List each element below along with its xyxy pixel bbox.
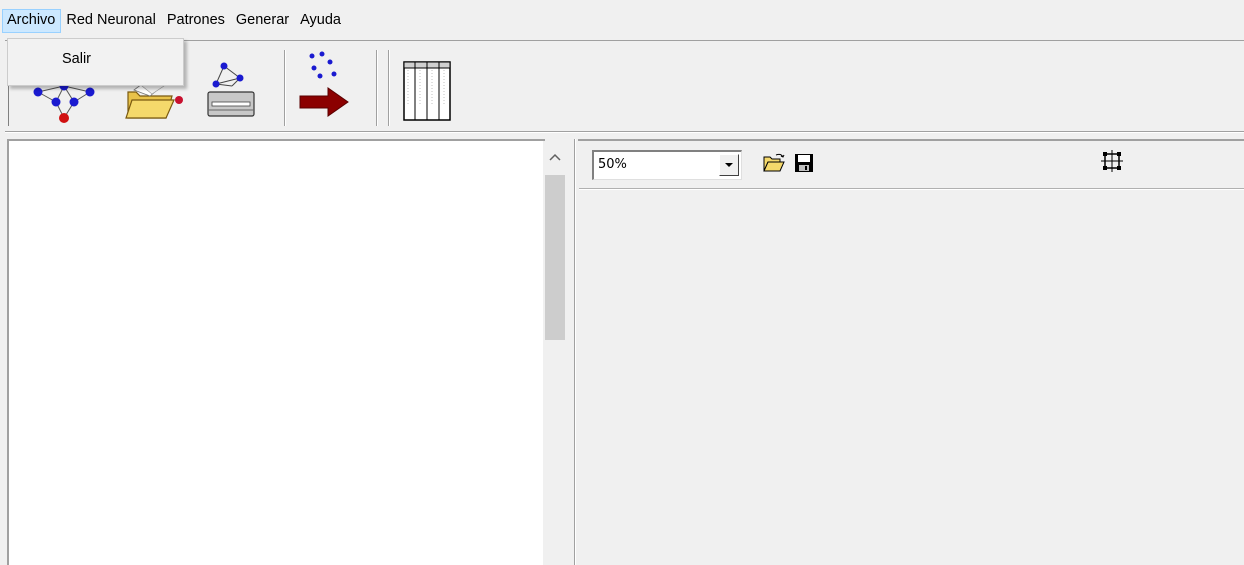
save-button[interactable] [790, 149, 818, 177]
save-icon [795, 154, 813, 172]
fit-view-icon [1101, 150, 1123, 172]
toolbar-separator-2 [376, 50, 378, 126]
open-file-icon [763, 153, 785, 172]
chevron-up-icon [549, 153, 561, 161]
menu-item-salir[interactable]: Salir [62, 51, 91, 67]
toolbar-bottom-border [5, 131, 1244, 133]
archivo-dropdown-menu: Salir [7, 38, 184, 86]
menu-patrones[interactable]: Patrones [162, 9, 231, 33]
vertical-scrollbar[interactable] [543, 141, 567, 565]
menu-red-neuronal[interactable]: Red Neuronal [61, 9, 161, 33]
scroll-up-button[interactable] [543, 141, 567, 173]
pressed-button-edge [8, 80, 13, 126]
open-file-button[interactable] [760, 149, 788, 177]
generate-patterns-icon [299, 51, 349, 117]
zoom-value: 50% [598, 157, 627, 172]
toolbar [5, 40, 1244, 133]
viewer-toolbar-divider [579, 188, 1244, 190]
network-tree-pane[interactable] [7, 139, 545, 565]
fit-view-button[interactable] [1098, 147, 1126, 175]
patterns-table-button[interactable] [398, 56, 458, 126]
scroll-thumb[interactable] [545, 175, 565, 340]
chevron-down-icon [725, 163, 733, 167]
generate-button[interactable] [290, 48, 360, 124]
zoom-dropdown-button[interactable] [719, 154, 739, 176]
toolbar-separator [284, 50, 286, 126]
grid-panel-icon [403, 61, 451, 121]
pane-splitter[interactable] [567, 139, 578, 565]
menu-ayuda[interactable]: Ayuda [295, 9, 347, 33]
menu-bar: Archivo Red Neuronal Patrones Generar Ay… [0, 8, 347, 34]
zoom-select[interactable]: 50% [592, 150, 742, 180]
toolbar-separator-3 [388, 50, 390, 126]
print-network-button[interactable] [196, 56, 266, 126]
menu-archivo[interactable]: Archivo [2, 9, 62, 33]
splitter-line [574, 139, 576, 565]
menu-generar[interactable]: Generar [231, 9, 295, 33]
network-printer-icon [207, 62, 255, 117]
network-viewer-pane[interactable] [578, 139, 1244, 565]
app-window: Archivo Red Neuronal Patrones Generar Ay… [0, 0, 1244, 565]
